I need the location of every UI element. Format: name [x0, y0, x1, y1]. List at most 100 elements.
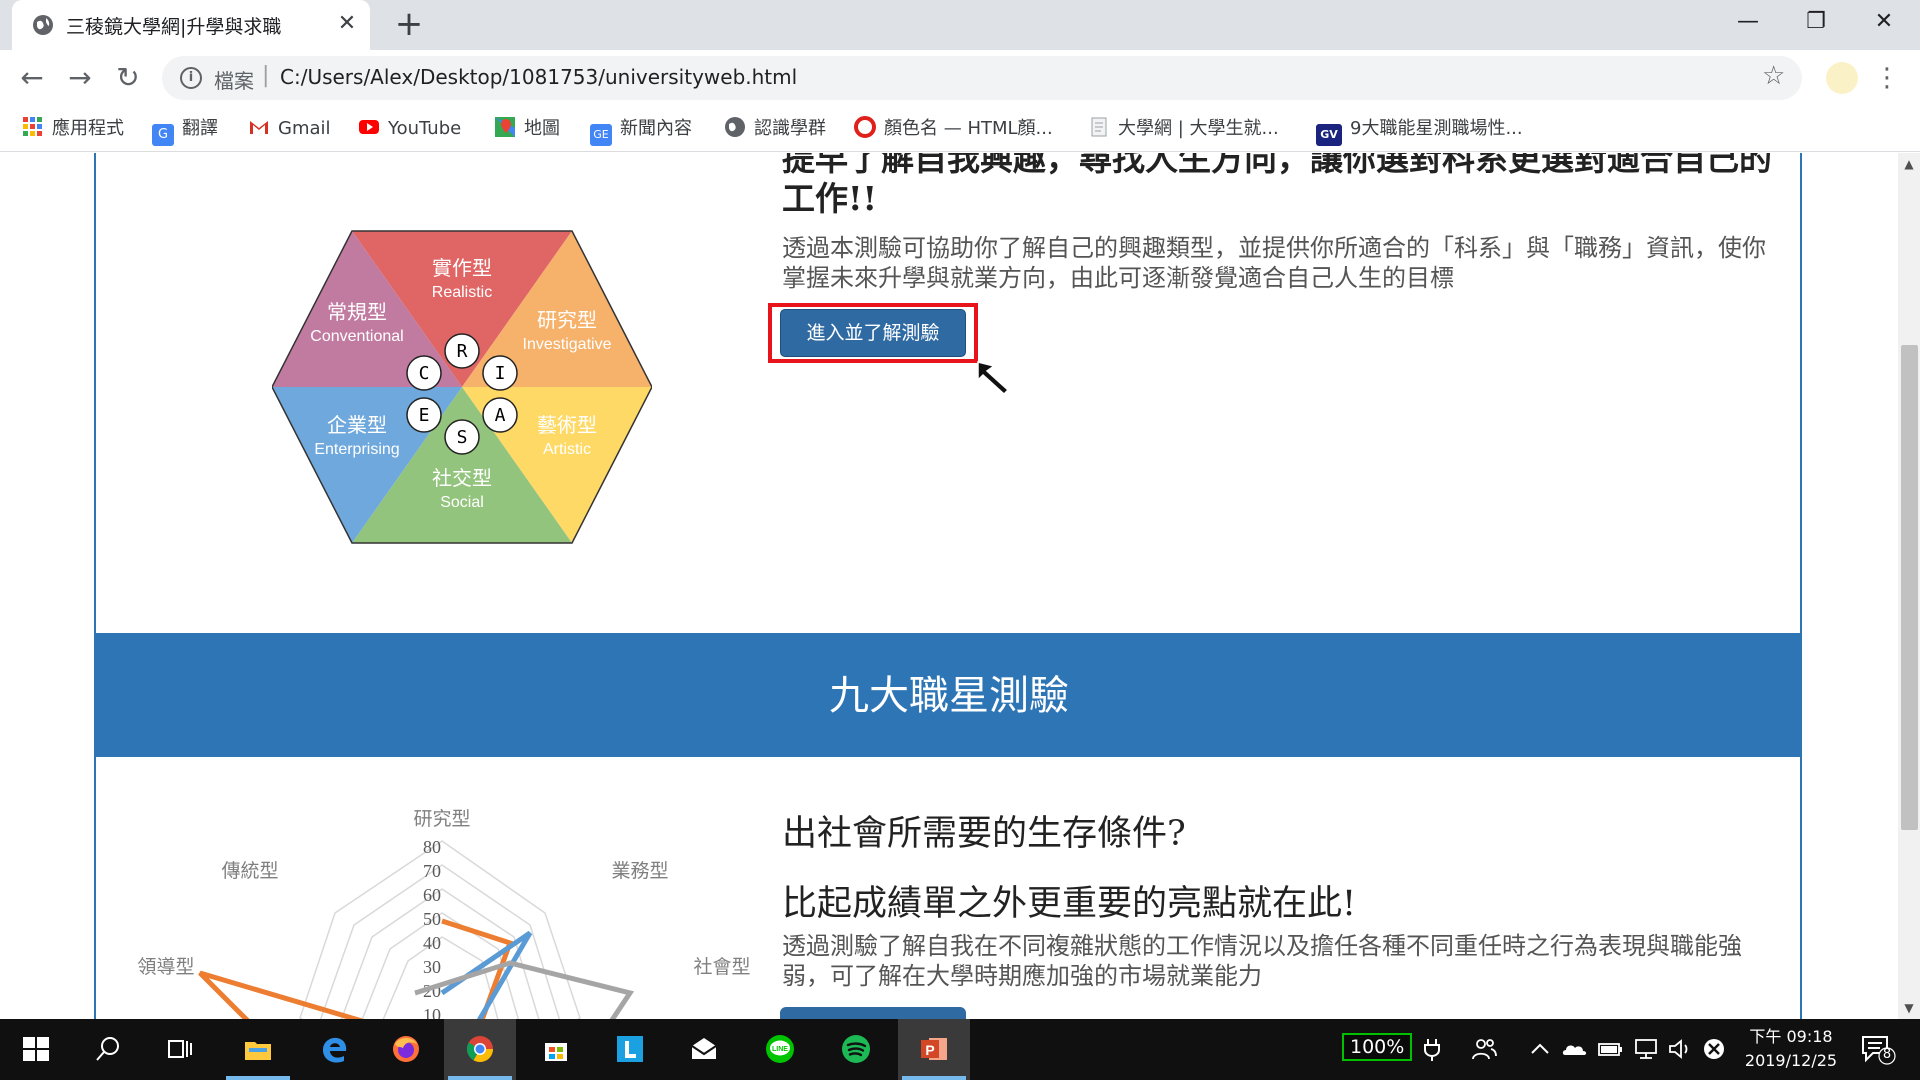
bookmark-label: Gmail	[278, 118, 331, 139]
investigative-label-en: Investigative	[523, 336, 612, 353]
mail-icon	[691, 1038, 717, 1059]
taskbar-edge[interactable]	[298, 1019, 370, 1080]
section2-button[interactable]	[780, 1007, 966, 1019]
forward-button[interactable]: →	[60, 58, 100, 98]
document-icon	[1091, 117, 1107, 137]
search-button[interactable]	[72, 1019, 144, 1080]
restore-button[interactable]: ❐	[1784, 0, 1848, 44]
realistic-label-zh: 實作型	[432, 256, 492, 280]
conventional-label-en: Conventional	[310, 328, 403, 345]
power-plug-icon[interactable]	[1418, 1035, 1446, 1063]
taskbar-spotify[interactable]	[820, 1019, 892, 1080]
section-description: 透過本測驗可協助你了解自己的興趣類型，並提供你所適合的「科系」與「職務」資訊，使…	[782, 234, 1766, 292]
letter-r: R	[457, 341, 468, 362]
taskbar-chrome[interactable]	[444, 1019, 516, 1080]
radar-axis-research: 研究型	[413, 808, 470, 830]
enter-test-button[interactable]: 進入並了解測驗	[780, 309, 966, 357]
bookmark-majors[interactable]: 認識學群	[724, 115, 826, 143]
maps-icon	[495, 117, 515, 137]
system-clock[interactable]: 下午 09:18 2019/12/25	[1736, 1025, 1846, 1073]
artistic-label-zh: 藝術型	[537, 413, 597, 437]
bookmark-nine-stars[interactable]: GV 9大職能星測職場性...	[1316, 115, 1523, 146]
chevron-up-icon[interactable]	[1526, 1035, 1554, 1063]
people-icon[interactable]	[1470, 1035, 1498, 1063]
blocked-circle-icon[interactable]	[1700, 1035, 1728, 1063]
google-translate-icon: G	[152, 124, 174, 146]
browser-menu-icon[interactable]: ⋮	[1872, 58, 1902, 98]
battery-icon[interactable]	[1596, 1035, 1624, 1063]
close-window-button[interactable]: ✕	[1852, 0, 1916, 44]
running-indicator	[448, 1076, 512, 1080]
radar-tick: 10	[423, 1005, 441, 1019]
browser-tab[interactable]: 三稜鏡大學網|升學與求職 ✕	[12, 0, 370, 50]
taskbar-l-app[interactable]	[594, 1019, 666, 1080]
bookmark-label: 翻譯	[182, 118, 218, 139]
taskbar-line[interactable]: LINE	[744, 1019, 816, 1080]
mouse-cursor-icon	[977, 361, 1010, 396]
taskbar-mail[interactable]	[668, 1019, 740, 1080]
bookmark-star-icon[interactable]: ☆	[1762, 61, 1785, 91]
bookmark-label: 大學網 | 大學生就...	[1118, 118, 1279, 139]
bookmark-university[interactable]: 大學網 | 大學生就...	[1088, 115, 1279, 143]
file-explorer-icon	[245, 1042, 271, 1060]
social-label-zh: 社交型	[432, 466, 492, 490]
bookmark-translate[interactable]: G 翻譯	[152, 115, 218, 146]
windows-taskbar: LINE P 100% 下午 09:18 2019/12/25 8	[0, 1019, 1920, 1080]
onedrive-cloud-icon[interactable]	[1560, 1035, 1588, 1063]
site-info-icon[interactable]: i	[180, 67, 202, 89]
task-view-button[interactable]	[144, 1019, 216, 1080]
search-icon	[96, 1037, 119, 1061]
network-icon[interactable]	[1632, 1035, 1660, 1063]
bookmark-news[interactable]: GE 新聞內容	[590, 115, 692, 146]
section2-subheading: 比起成績單之外更重要的亮點就在此!	[782, 884, 1357, 924]
scroll-down-arrow-icon[interactable]: ▼	[1898, 997, 1920, 1019]
youtube-icon	[359, 120, 379, 134]
radar-tick: 50	[423, 909, 441, 929]
firefox-icon	[393, 1036, 419, 1062]
bookmark-label: 9大職能星測職場性...	[1350, 118, 1523, 139]
bookmark-label: YouTube	[388, 118, 462, 139]
address-url[interactable]: C:/Users/Alex/Desktop/1081753/university…	[280, 65, 797, 89]
radar-chart: 研究型 業務型 社會型 領導型 傳統型 80 70 60 50 40 30 20…	[137, 808, 751, 1019]
close-tab-icon[interactable]: ✕	[334, 10, 360, 38]
radar-tick: 30	[423, 957, 441, 977]
volume-icon[interactable]	[1666, 1035, 1694, 1063]
scroll-thumb[interactable]	[1901, 345, 1918, 830]
address-bar[interactable]: i 檔案 | C:/Users/Alex/Desktop/1081753/uni…	[162, 56, 1802, 100]
realistic-label-en: Realistic	[432, 284, 492, 301]
bookmark-youtube[interactable]: YouTube	[358, 115, 461, 143]
microsoft-store-icon	[545, 1043, 567, 1061]
bookmark-colors[interactable]: 顏色名 — HTML顏...	[854, 115, 1053, 143]
taskbar-file-explorer[interactable]	[222, 1019, 294, 1080]
bookmark-gmail[interactable]: Gmail	[248, 115, 331, 143]
line-icon: LINE	[766, 1035, 794, 1063]
minimize-button[interactable]: —	[1716, 0, 1780, 44]
back-button[interactable]: ←	[12, 58, 52, 98]
reload-button[interactable]: ↻	[108, 58, 148, 98]
clock-date: 2019/12/25	[1744, 1051, 1838, 1070]
taskbar-store[interactable]	[520, 1019, 592, 1080]
social-label-en: Social	[440, 494, 484, 511]
radar-axis-leader: 領導型	[137, 956, 194, 978]
bookmark-maps[interactable]: 地圖	[494, 115, 560, 143]
chrome-icon	[466, 1036, 494, 1063]
radar-tick: 40	[423, 933, 441, 953]
radar-axis-traditional: 傳統型	[221, 860, 278, 882]
action-center-button[interactable]: 8	[1860, 1033, 1896, 1065]
bookmark-apps[interactable]: 應用程式	[22, 115, 124, 143]
taskbar-firefox[interactable]	[370, 1019, 442, 1080]
letter-s: S	[457, 427, 468, 448]
letter-e: E	[419, 405, 430, 426]
enterprising-label-en: Enterprising	[314, 441, 399, 458]
taskbar-powerpoint[interactable]: P	[898, 1019, 970, 1080]
section2-heading: 出社會所需要的生存條件?	[782, 814, 1186, 854]
tab-strip: 三稜鏡大學網|升學與求職 ✕ + — ❐ ✕	[0, 0, 1920, 50]
profile-avatar[interactable]	[1826, 62, 1858, 94]
globe-icon	[725, 117, 745, 137]
letter-c: C	[419, 363, 430, 384]
scroll-up-arrow-icon[interactable]: ▲	[1898, 153, 1920, 175]
new-tab-button[interactable]: +	[390, 6, 428, 44]
windows-logo-icon	[23, 1037, 49, 1061]
bookmark-label: 新聞內容	[620, 118, 692, 139]
start-button[interactable]	[0, 1019, 72, 1080]
